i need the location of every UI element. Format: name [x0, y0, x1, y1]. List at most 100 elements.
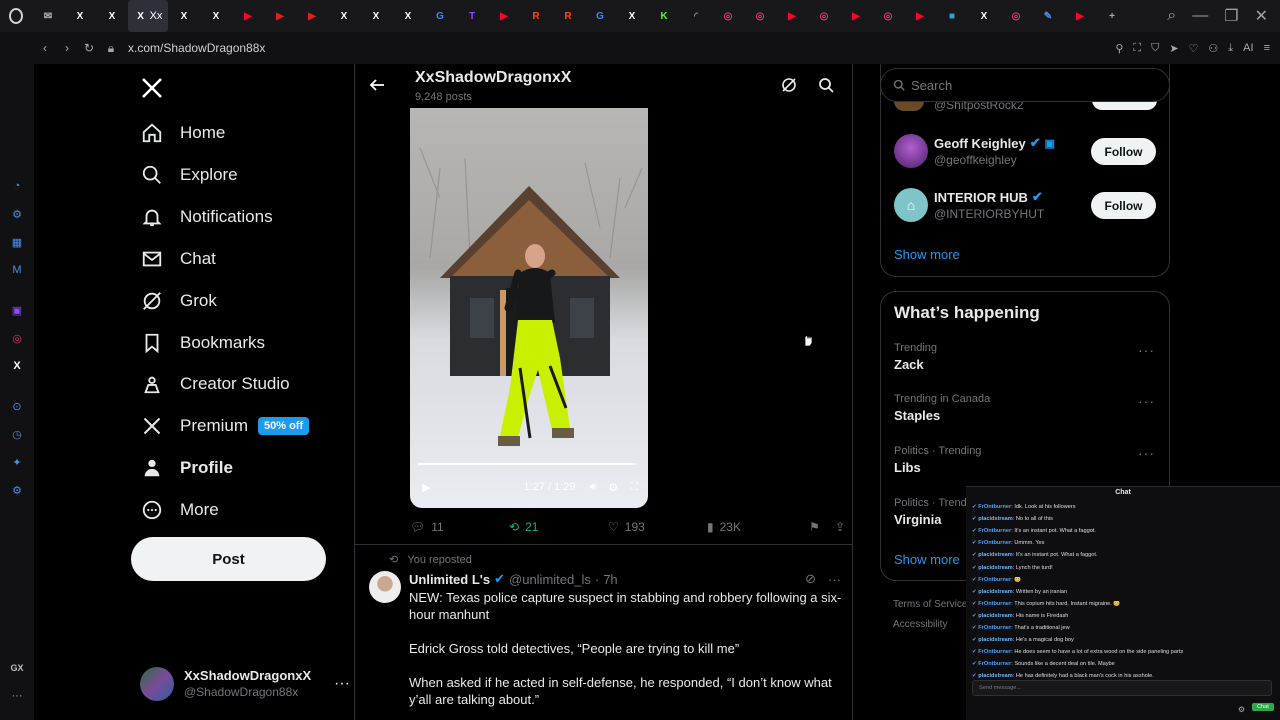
bookmark-icon[interactable]: ⚑ — [809, 520, 835, 534]
snapshot-icon[interactable]: ⛶ — [1133, 42, 1141, 55]
like-button[interactable]: ♡ 193 — [608, 520, 707, 534]
fullscreen-icon[interactable]: ⛶ — [630, 481, 638, 494]
forward-icon[interactable]: › — [56, 41, 78, 55]
more-icon[interactable]: ··· — [1138, 393, 1155, 409]
x-logo-icon[interactable] — [140, 76, 164, 100]
play-icon[interactable]: ▶ — [422, 481, 430, 494]
nav-item-notifications[interactable]: Notifications — [140, 196, 273, 238]
trend-item[interactable]: Politics · Trending Libs — [894, 445, 981, 475]
profile-icon[interactable]: ⚇ — [1208, 42, 1218, 55]
sidebar-settings-icon[interactable]: ⚙ — [12, 476, 22, 504]
browser-tab[interactable]: ▶ — [264, 0, 296, 32]
download-icon[interactable]: ⤓ — [1228, 42, 1233, 55]
browser-tab[interactable]: R — [520, 0, 552, 32]
author-handle[interactable]: @unlimited_ls — [509, 572, 591, 587]
avatar[interactable]: ⌂ — [894, 188, 928, 222]
browser-tab[interactable]: X — [392, 0, 424, 32]
browser-tab[interactable]: ▶ — [232, 0, 264, 32]
chat-input[interactable]: Send message... — [972, 680, 1272, 696]
chat-username[interactable]: FrOntburner — [978, 504, 1011, 510]
terms-link[interactable]: Terms of Service — [893, 599, 967, 610]
browser-tab[interactable]: ▶ — [904, 0, 936, 32]
browser-tab[interactable]: T — [456, 0, 488, 32]
show-more-link[interactable]: Show more — [894, 247, 960, 262]
back-arrow-icon[interactable] — [369, 77, 385, 93]
browser-tab[interactable]: X Xx — [128, 0, 168, 32]
back-icon[interactable]: ‹ — [34, 41, 56, 55]
browser-tab[interactable]: ◎ — [712, 0, 744, 32]
browser-tab[interactable]: ◎ — [872, 0, 904, 32]
browser-tab[interactable]: ▶ — [776, 0, 808, 32]
browser-tab[interactable]: ◎ — [808, 0, 840, 32]
browser-tab[interactable]: X — [64, 0, 96, 32]
reposted-post[interactable]: ⟲ You reposted Unlimited L's ✔ @unlimite… — [355, 544, 852, 707]
sidebar-ai-icon[interactable]: ⚙ — [12, 200, 22, 228]
nav-item-premium[interactable]: Premium 50% off — [140, 405, 310, 447]
post-button[interactable]: Post — [131, 537, 326, 581]
chat-username[interactable]: placidstream — [978, 637, 1013, 643]
browser-tab[interactable]: X — [328, 0, 360, 32]
sidebar-player-icon[interactable]: ⊙ — [12, 392, 21, 420]
browser-tab[interactable]: X — [200, 0, 232, 32]
video-progress-track[interactable] — [418, 463, 638, 465]
nav-item-profile[interactable]: Profile — [140, 447, 233, 489]
chat-send-button[interactable]: Chat — [1252, 703, 1274, 711]
search-tabs-icon[interactable]: ⌕ — [1167, 7, 1176, 25]
nav-item-bookmarks[interactable]: Bookmarks — [140, 322, 265, 364]
chat-username[interactable]: placidstream — [978, 552, 1013, 558]
search-icon[interactable] — [818, 77, 834, 93]
chat-username[interactable]: FrOntburner — [978, 625, 1011, 631]
browser-tab[interactable]: ▶ — [488, 0, 520, 32]
heart-icon[interactable]: ♡ — [1189, 42, 1199, 55]
browser-tab[interactable]: G — [584, 0, 616, 32]
browser-tab[interactable]: ■ — [936, 0, 968, 32]
nav-item-grok[interactable]: Grok — [140, 280, 217, 322]
browser-tab[interactable]: X — [96, 0, 128, 32]
shield-icon[interactable]: ⛉ — [1151, 42, 1159, 55]
browser-tab[interactable]: ▶ — [296, 0, 328, 32]
views-button[interactable]: ▮ 23K — [707, 520, 807, 534]
chat-username[interactable]: FrOntburner — [978, 528, 1011, 534]
chat-username[interactable]: FrOntburner — [978, 577, 1011, 583]
chat-username[interactable]: FrOntburner — [978, 540, 1011, 546]
chat-username[interactable]: FrOntburner — [978, 601, 1011, 607]
user-name[interactable]: INTERIOR HUB — [934, 190, 1028, 205]
chat-username[interactable]: FrOntburner — [978, 649, 1011, 655]
reload-icon[interactable]: ↻ — [78, 41, 100, 55]
ai-button[interactable]: AI — [1243, 42, 1253, 54]
chat-username[interactable]: placidstream — [978, 565, 1013, 571]
browser-tab[interactable]: X — [616, 0, 648, 32]
send-icon[interactable]: ➤ — [1169, 42, 1178, 55]
sidebar-x-icon[interactable]: X — [13, 352, 20, 380]
grok-icon[interactable]: ⊘ — [805, 571, 816, 587]
sidebar-extensions-icon[interactable]: ✦ — [12, 448, 21, 476]
more-icon[interactable]: ··· — [1138, 342, 1155, 358]
nav-item-more[interactable]: More — [140, 489, 219, 531]
pin-icon[interactable]: ⚲ — [1115, 42, 1123, 55]
chat-username[interactable]: FrOntburner — [978, 661, 1011, 667]
more-icon[interactable]: ··· — [334, 675, 350, 693]
more-icon[interactable]: ··· — [1138, 445, 1155, 461]
nav-item-chat[interactable]: Chat — [140, 238, 216, 280]
nav-item-explore[interactable]: Explore — [140, 154, 238, 196]
follow-button[interactable]: Follow — [1091, 138, 1156, 165]
browser-tab[interactable]: ◎ — [744, 0, 776, 32]
search-box[interactable] — [880, 68, 1170, 102]
close-window-icon[interactable]: ✕ — [1255, 6, 1268, 26]
browser-tab[interactable]: X — [168, 0, 200, 32]
account-switcher[interactable]: XxShadowDragonxX @ShadowDragon88x ··· — [140, 664, 350, 704]
search-input[interactable] — [911, 77, 1151, 93]
chat-username[interactable]: placidstream — [978, 673, 1013, 679]
browser-tab[interactable]: R — [552, 0, 584, 32]
trend-item[interactable]: Trending Zack — [894, 342, 937, 372]
chat-settings-icon[interactable]: ⚙ — [1238, 705, 1245, 714]
sidebar-instagram-icon[interactable]: ◎ — [12, 324, 22, 352]
url-field[interactable]: x.com/ShadowDragon88x — [128, 41, 265, 55]
browser-tab[interactable]: ▶ — [840, 0, 872, 32]
browser-tab[interactable]: K — [648, 0, 680, 32]
chat-username[interactable]: placidstream — [978, 589, 1013, 595]
sidebar-notes-icon[interactable]: ▦ — [12, 228, 22, 256]
chat-username[interactable]: placidstream — [978, 516, 1013, 522]
browser-tab[interactable]: ✉ — [32, 0, 64, 32]
browser-tab[interactable]: X — [968, 0, 1000, 32]
